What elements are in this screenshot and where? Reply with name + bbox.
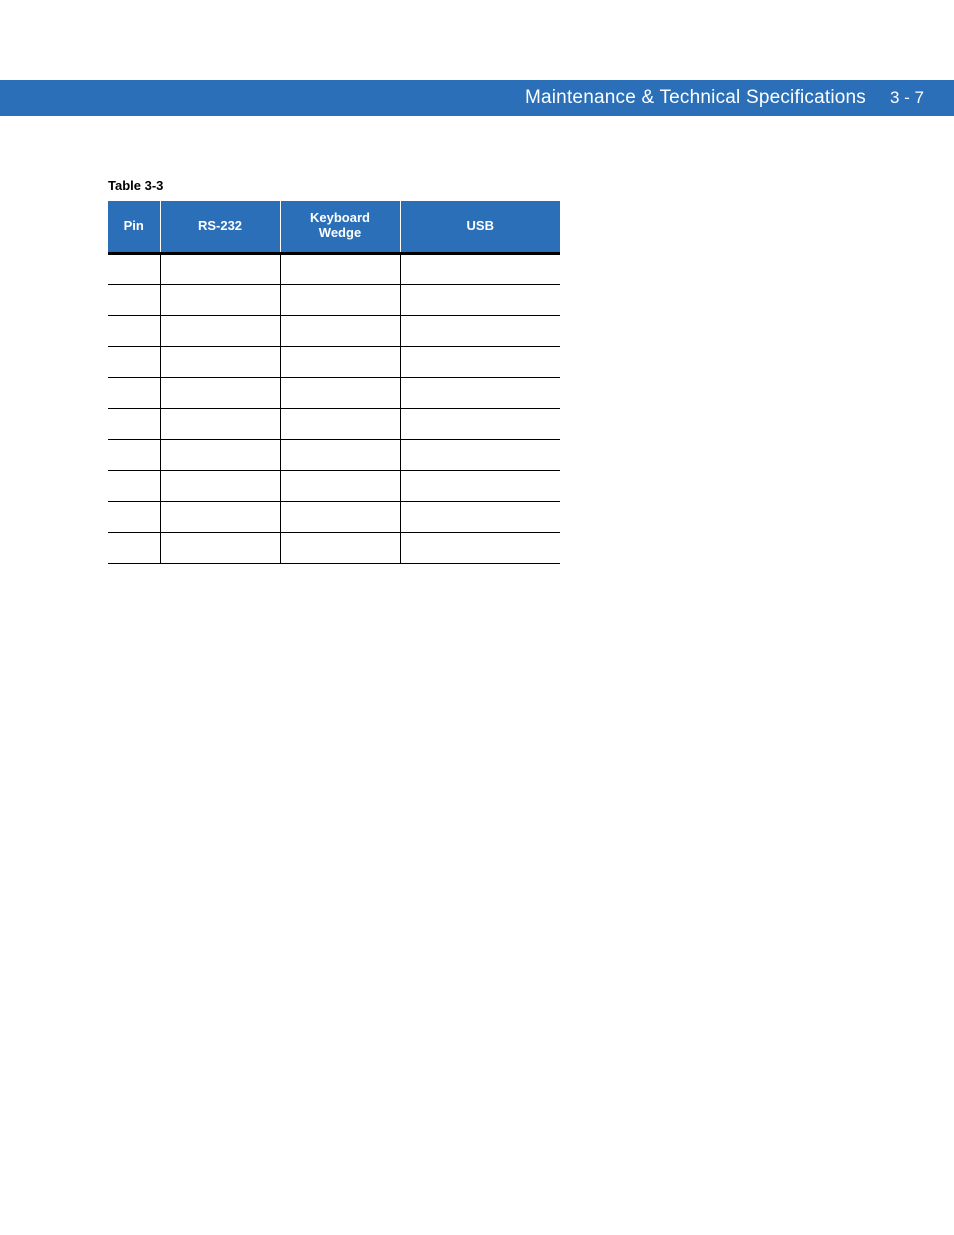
cell-pin (108, 501, 160, 532)
cell-rs232 (160, 408, 280, 439)
cell-kw (280, 532, 400, 563)
col-header-usb: USB (400, 201, 560, 253)
cell-rs232 (160, 253, 280, 284)
kw-line2: Wedge (319, 225, 361, 240)
cell-usb (400, 439, 560, 470)
cell-rs232 (160, 346, 280, 377)
cell-usb (400, 532, 560, 563)
cell-pin (108, 284, 160, 315)
cell-usb (400, 346, 560, 377)
table-row (108, 315, 560, 346)
table-row (108, 408, 560, 439)
cell-kw (280, 284, 400, 315)
cell-usb (400, 284, 560, 315)
cell-pin (108, 532, 160, 563)
cell-kw (280, 439, 400, 470)
cell-rs232 (160, 501, 280, 532)
table-row (108, 532, 560, 563)
cell-kw (280, 315, 400, 346)
table-row (108, 346, 560, 377)
cell-pin (108, 253, 160, 284)
cell-kw (280, 408, 400, 439)
col-header-keyboard-wedge: Keyboard Wedge (280, 201, 400, 253)
content-area: Table 3-3 Pin RS-232 Keyboard Wedge USB (108, 178, 560, 564)
header-band: Maintenance & Technical Specifications 3… (0, 80, 954, 116)
cell-rs232 (160, 439, 280, 470)
cell-kw (280, 470, 400, 501)
cell-usb (400, 470, 560, 501)
cell-rs232 (160, 377, 280, 408)
table-header-row: Pin RS-232 Keyboard Wedge USB (108, 201, 560, 253)
cell-kw (280, 377, 400, 408)
cell-pin (108, 377, 160, 408)
table-row (108, 377, 560, 408)
table-row (108, 284, 560, 315)
cell-usb (400, 501, 560, 532)
cell-usb (400, 315, 560, 346)
cell-pin (108, 408, 160, 439)
page-root: Maintenance & Technical Specifications 3… (0, 0, 954, 1235)
cell-usb (400, 377, 560, 408)
cell-rs232 (160, 532, 280, 563)
table-caption: Table 3-3 (108, 178, 560, 193)
cell-pin (108, 470, 160, 501)
col-header-pin: Pin (108, 201, 160, 253)
table-row (108, 501, 560, 532)
header-page-number: 3 - 7 (890, 88, 924, 108)
col-header-rs232: RS-232 (160, 201, 280, 253)
table-row (108, 439, 560, 470)
cell-rs232 (160, 315, 280, 346)
table-row (108, 253, 560, 284)
cell-usb (400, 253, 560, 284)
spec-table: Pin RS-232 Keyboard Wedge USB (108, 201, 560, 564)
cell-pin (108, 315, 160, 346)
kw-line1: Keyboard (310, 210, 370, 225)
cell-pin (108, 346, 160, 377)
table-row (108, 470, 560, 501)
cell-kw (280, 346, 400, 377)
cell-kw (280, 501, 400, 532)
cell-rs232 (160, 284, 280, 315)
cell-pin (108, 439, 160, 470)
table-body (108, 253, 560, 563)
header-title: Maintenance & Technical Specifications (525, 87, 866, 109)
cell-rs232 (160, 470, 280, 501)
cell-usb (400, 408, 560, 439)
cell-kw (280, 253, 400, 284)
